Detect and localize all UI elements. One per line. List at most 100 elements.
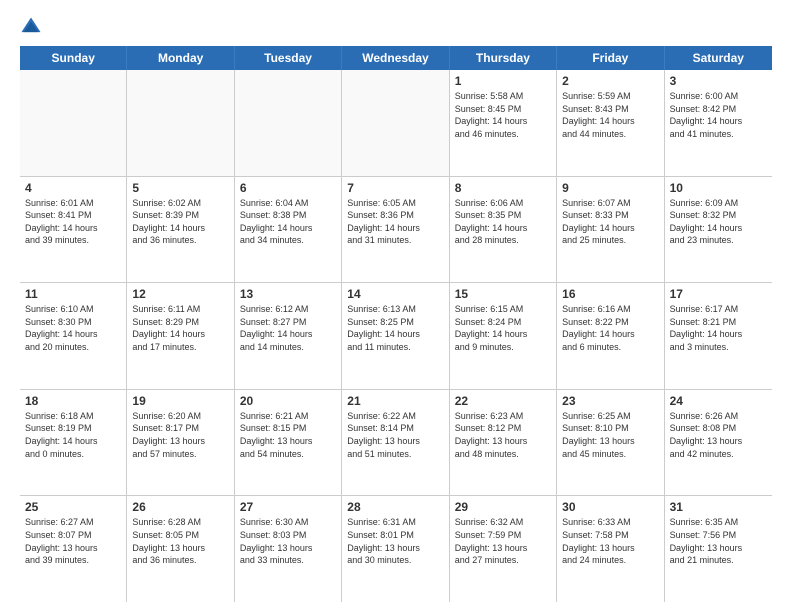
day-number: 20 [240,394,336,408]
day-number: 21 [347,394,443,408]
day-number: 13 [240,287,336,301]
day-number: 31 [670,500,767,514]
cal-cell [20,70,127,176]
cal-cell: 6Sunrise: 6:04 AM Sunset: 8:38 PM Daylig… [235,177,342,283]
day-number: 16 [562,287,658,301]
cal-cell: 14 Sunrise: 6:13 AM Sunset: 8:25 PM Dayli… [342,283,449,389]
day-number: 25 [25,500,121,514]
week-row-5: 25Sunrise: 6:27 AM Sunset: 8:07 PM Dayli… [20,496,772,602]
day-number: 6 [240,181,336,195]
cal-cell: 24 Sunrise: 6:26 AM Sunset: 8:08 PM Dayli… [665,390,772,496]
cal-cell: 16 Sunrise: 6:16 AM Sunset: 8:22 PM Dayli… [557,283,664,389]
cal-cell: 1 Sunrise: 5:58 AM Sunset: 8:45 PM Daylig… [450,70,557,176]
day-number: 2 [562,74,658,88]
day-number: 17 [670,287,767,301]
day-number: 30 [562,500,658,514]
day-header-friday: Friday [557,46,664,70]
day-number: 7 [347,181,443,195]
day-number: 9 [562,181,658,195]
cell-text: Sunrise: 6:31 AM Sunset: 8:01 PM Dayligh… [347,516,443,566]
cal-cell: 8Sunrise: 6:06 AM Sunset: 8:35 PM Daylig… [450,177,557,283]
calendar-header: SundayMondayTuesdayWednesdayThursdayFrid… [20,46,772,70]
cal-cell: 21 Sunrise: 6:22 AM Sunset: 8:14 PM Dayli… [342,390,449,496]
cal-cell: 28 Sunrise: 6:31 AM Sunset: 8:01 PM Dayli… [342,496,449,602]
cell-text: Sunrise: 6:21 AM Sunset: 8:15 PM Dayligh… [240,410,336,460]
cal-cell: 10 Sunrise: 6:09 AM Sunset: 8:32 PM Dayli… [665,177,772,283]
header [20,16,772,38]
cell-text: Sunrise: 6:22 AM Sunset: 8:14 PM Dayligh… [347,410,443,460]
cal-cell: 12 Sunrise: 6:11 AM Sunset: 8:29 PM Dayli… [127,283,234,389]
cell-text: Sunrise: 6:12 AM Sunset: 8:27 PM Dayligh… [240,303,336,353]
cell-text: Sunrise: 5:59 AM Sunset: 8:43 PM Dayligh… [562,90,658,140]
cell-text: Sunrise: 6:16 AM Sunset: 8:22 PM Dayligh… [562,303,658,353]
cell-text: Sunrise: 5:58 AM Sunset: 8:45 PM Dayligh… [455,90,551,140]
cal-cell: 7 Sunrise: 6:05 AM Sunset: 8:36 PM Daylig… [342,177,449,283]
cell-text: Sunrise: 6:25 AM Sunset: 8:10 PM Dayligh… [562,410,658,460]
day-number: 27 [240,500,336,514]
day-number: 29 [455,500,551,514]
cal-cell: 9 Sunrise: 6:07 AM Sunset: 8:33 PM Daylig… [557,177,664,283]
day-number: 12 [132,287,228,301]
cell-text: Sunrise: 6:30 AM Sunset: 8:03 PM Dayligh… [240,516,336,566]
cell-text: Sunrise: 6:15 AM Sunset: 8:24 PM Dayligh… [455,303,551,353]
cal-cell: 27 Sunrise: 6:30 AM Sunset: 8:03 PM Dayli… [235,496,342,602]
cal-cell: 15Sunrise: 6:15 AM Sunset: 8:24 PM Dayli… [450,283,557,389]
day-header-wednesday: Wednesday [342,46,449,70]
cell-text: Sunrise: 6:06 AM Sunset: 8:35 PM Dayligh… [455,197,551,247]
cell-text: Sunrise: 6:23 AM Sunset: 8:12 PM Dayligh… [455,410,551,460]
cell-text: Sunrise: 6:07 AM Sunset: 8:33 PM Dayligh… [562,197,658,247]
cal-cell: 13 Sunrise: 6:12 AM Sunset: 8:27 PM Dayli… [235,283,342,389]
cal-cell: 30 Sunrise: 6:33 AM Sunset: 7:58 PM Dayli… [557,496,664,602]
day-number: 14 [347,287,443,301]
cal-cell: 29 Sunrise: 6:32 AM Sunset: 7:59 PM Dayli… [450,496,557,602]
day-number: 24 [670,394,767,408]
day-number: 4 [25,181,121,195]
cal-cell: 5 Sunrise: 6:02 AM Sunset: 8:39 PM Daylig… [127,177,234,283]
cal-cell: 17Sunrise: 6:17 AM Sunset: 8:21 PM Dayli… [665,283,772,389]
cell-text: Sunrise: 6:11 AM Sunset: 8:29 PM Dayligh… [132,303,228,353]
cell-text: Sunrise: 6:28 AM Sunset: 8:05 PM Dayligh… [132,516,228,566]
cal-cell: 19 Sunrise: 6:20 AM Sunset: 8:17 PM Dayli… [127,390,234,496]
cal-cell [235,70,342,176]
day-number: 10 [670,181,767,195]
cal-cell: 23 Sunrise: 6:25 AM Sunset: 8:10 PM Dayli… [557,390,664,496]
week-row-4: 18Sunrise: 6:18 AM Sunset: 8:19 PM Dayli… [20,390,772,497]
cell-text: Sunrise: 6:26 AM Sunset: 8:08 PM Dayligh… [670,410,767,460]
day-number: 19 [132,394,228,408]
cal-cell: 4 Sunrise: 6:01 AM Sunset: 8:41 PM Daylig… [20,177,127,283]
cell-text: Sunrise: 6:01 AM Sunset: 8:41 PM Dayligh… [25,197,121,247]
calendar-body: 1 Sunrise: 5:58 AM Sunset: 8:45 PM Daylig… [20,70,772,602]
cell-text: Sunrise: 6:05 AM Sunset: 8:36 PM Dayligh… [347,197,443,247]
cell-text: Sunrise: 6:20 AM Sunset: 8:17 PM Dayligh… [132,410,228,460]
logo-icon [20,16,42,38]
cell-text: Sunrise: 6:02 AM Sunset: 8:39 PM Dayligh… [132,197,228,247]
cell-text: Sunrise: 6:33 AM Sunset: 7:58 PM Dayligh… [562,516,658,566]
cal-cell: 20 Sunrise: 6:21 AM Sunset: 8:15 PM Dayli… [235,390,342,496]
cell-text: Sunrise: 6:09 AM Sunset: 8:32 PM Dayligh… [670,197,767,247]
week-row-2: 4 Sunrise: 6:01 AM Sunset: 8:41 PM Daylig… [20,177,772,284]
cell-text: Sunrise: 6:32 AM Sunset: 7:59 PM Dayligh… [455,516,551,566]
day-number: 23 [562,394,658,408]
day-number: 11 [25,287,121,301]
day-number: 1 [455,74,551,88]
day-header-thursday: Thursday [450,46,557,70]
cell-text: Sunrise: 6:10 AM Sunset: 8:30 PM Dayligh… [25,303,121,353]
cal-cell: 3 Sunrise: 6:00 AM Sunset: 8:42 PM Daylig… [665,70,772,176]
page: SundayMondayTuesdayWednesdayThursdayFrid… [0,0,792,612]
cal-cell: 22 Sunrise: 6:23 AM Sunset: 8:12 PM Dayli… [450,390,557,496]
cal-cell [127,70,234,176]
cal-cell: 11 Sunrise: 6:10 AM Sunset: 8:30 PM Dayli… [20,283,127,389]
cal-cell: 18Sunrise: 6:18 AM Sunset: 8:19 PM Dayli… [20,390,127,496]
cal-cell: 2 Sunrise: 5:59 AM Sunset: 8:43 PM Daylig… [557,70,664,176]
cell-text: Sunrise: 6:13 AM Sunset: 8:25 PM Dayligh… [347,303,443,353]
cell-text: Sunrise: 6:00 AM Sunset: 8:42 PM Dayligh… [670,90,767,140]
day-header-monday: Monday [127,46,234,70]
cell-text: Sunrise: 6:35 AM Sunset: 7:56 PM Dayligh… [670,516,767,566]
day-number: 22 [455,394,551,408]
week-row-1: 1 Sunrise: 5:58 AM Sunset: 8:45 PM Daylig… [20,70,772,177]
day-number: 3 [670,74,767,88]
day-header-tuesday: Tuesday [235,46,342,70]
day-number: 28 [347,500,443,514]
logo [20,16,46,38]
day-number: 5 [132,181,228,195]
